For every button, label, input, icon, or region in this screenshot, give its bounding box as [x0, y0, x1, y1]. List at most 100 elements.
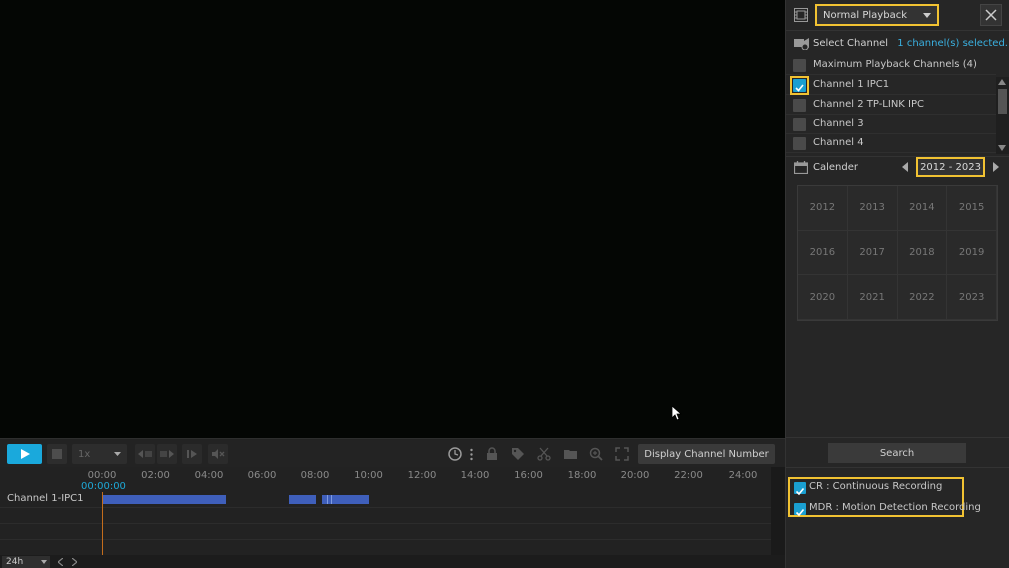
year-cell[interactable]: 2016	[798, 230, 848, 276]
legend-label: MDR : Motion Detection Recording	[809, 502, 981, 513]
play-button[interactable]	[7, 444, 42, 464]
checkmark-icon	[795, 84, 804, 92]
timeline-playhead[interactable]	[102, 492, 103, 555]
tag-button[interactable]	[508, 444, 528, 464]
search-button[interactable]: Search	[828, 443, 966, 463]
search-section: Search	[786, 437, 1009, 468]
display-channel-number-button[interactable]: Display Channel Number	[638, 444, 775, 464]
year-cell[interactable]: 2022	[897, 275, 948, 320]
checkbox[interactable]	[793, 118, 806, 131]
prev-range-icon[interactable]	[902, 162, 908, 172]
stop-button[interactable]	[47, 444, 67, 464]
lock-button[interactable]	[482, 444, 502, 464]
scroll-down-icon[interactable]	[998, 145, 1006, 151]
checkbox[interactable]	[793, 137, 806, 150]
time-tick: 22:00	[674, 470, 703, 481]
checkbox-checked[interactable]	[794, 503, 806, 517]
chevron-down-icon	[41, 560, 47, 564]
mute-button[interactable]	[208, 444, 228, 464]
clip-button[interactable]	[534, 444, 554, 464]
fullscreen-button[interactable]	[612, 444, 632, 464]
timeline[interactable]: 00:00 02:00 04:00 06:00 08:00 10:00 12:0…	[0, 467, 771, 555]
video-display[interactable]	[0, 0, 785, 438]
channel-item-2[interactable]: Channel 2 TP-LINK IPC	[786, 96, 996, 115]
channel-list: Maximum Playback Channels (4) Channel 1 …	[786, 56, 996, 154]
forward-30s-button[interactable]	[157, 444, 177, 464]
playback-toolbar: 1x Display Channel Number	[0, 438, 785, 467]
frame-step-icon	[187, 450, 197, 458]
calendar-header: Calender 2012 - 2023	[786, 156, 1009, 178]
playback-mode-select[interactable]: Normal Playback	[815, 4, 939, 26]
recording-legend: CR : Continuous Recording MDR : Motion D…	[788, 477, 981, 517]
checkbox-checked[interactable]	[794, 482, 806, 496]
legend-label: CR : Continuous Recording	[809, 481, 943, 492]
play-icon	[20, 449, 30, 459]
sync-options-button[interactable]	[467, 444, 475, 464]
rewind-30s-button[interactable]	[135, 444, 155, 464]
zoom-in-icon	[589, 447, 603, 461]
recording-segment[interactable]	[102, 495, 226, 504]
year-range-display[interactable]: 2012 - 2023	[916, 157, 985, 177]
speed-value: 1x	[78, 448, 91, 460]
next-range-icon[interactable]	[993, 162, 999, 172]
year-cell[interactable]: 2021	[847, 275, 898, 320]
timeline-divider	[0, 523, 771, 524]
year-cell[interactable]: 2014	[897, 186, 948, 231]
lock-icon	[487, 447, 497, 460]
zoom-button[interactable]	[586, 444, 606, 464]
scissors-icon	[537, 447, 551, 461]
close-button[interactable]	[980, 4, 1002, 26]
film-icon	[794, 8, 808, 22]
time-tick: 02:00	[141, 470, 170, 481]
channel-list-scrollbar[interactable]	[996, 77, 1009, 154]
recording-marker	[331, 495, 332, 504]
year-cell[interactable]: 2017	[847, 230, 898, 276]
sync-playback-button[interactable]	[445, 444, 465, 464]
chevron-down-icon	[114, 452, 121, 456]
channel-item-4[interactable]: Channel 4	[786, 134, 996, 153]
checkmark-icon	[795, 508, 805, 517]
timeline-scrollbar[interactable]	[771, 467, 785, 555]
timeline-zoom-select[interactable]: 24h	[2, 556, 50, 568]
folder-button[interactable]	[560, 444, 580, 464]
channel-item-1[interactable]: Channel 1 IPC1	[786, 76, 996, 95]
frame-step-button[interactable]	[182, 444, 202, 464]
scrollbar-thumb[interactable]	[998, 89, 1007, 114]
clock-sync-icon	[448, 447, 462, 461]
time-tick: 20:00	[620, 470, 650, 481]
time-tick: 06:00	[247, 470, 277, 481]
channel-item-label: Channel 1 IPC1	[813, 79, 890, 90]
checkbox[interactable]	[793, 59, 806, 72]
year-cell[interactable]: 2020	[798, 275, 848, 320]
recording-segment[interactable]	[322, 495, 369, 504]
channel-item-3[interactable]: Channel 3	[786, 115, 996, 134]
timeline-channel-row[interactable]: Channel 1-IPC1	[0, 492, 771, 508]
selected-count: 1 channel(s) selected.	[897, 38, 1008, 49]
channel-item-max-playback[interactable]: Maximum Playback Channels (4)	[786, 56, 996, 75]
year-cell[interactable]: 2012	[798, 186, 848, 231]
fullscreen-icon	[615, 447, 629, 461]
chevron-right-icon[interactable]	[72, 558, 77, 566]
fast-forward-icon	[160, 450, 174, 458]
checkbox-checked[interactable]	[793, 79, 806, 92]
checkmark-icon	[795, 487, 805, 496]
recording-marker	[327, 495, 328, 504]
speed-select[interactable]: 1x	[72, 444, 127, 464]
year-cell[interactable]: 2023	[947, 275, 997, 320]
checkbox[interactable]	[793, 99, 806, 112]
year-cell[interactable]: 2013	[847, 186, 898, 231]
zoom-value: 24h	[6, 557, 24, 567]
timeline-channel-label: Channel 1-IPC1	[7, 493, 84, 504]
year-cell[interactable]: 2019	[947, 230, 997, 276]
timeline-divider	[0, 539, 771, 540]
channel-item-label: Channel 2 TP-LINK IPC	[813, 99, 925, 110]
recording-segment[interactable]	[289, 495, 316, 504]
side-panel: Normal Playback Select Channel 1 channel…	[785, 0, 1009, 568]
volume-muted-icon	[212, 449, 225, 459]
time-tick: 12:00	[407, 470, 437, 481]
year-cell[interactable]: 2018	[897, 230, 948, 276]
chevron-left-icon[interactable]	[58, 558, 63, 566]
scroll-up-icon[interactable]	[998, 79, 1006, 85]
time-tick: 24:00	[728, 470, 758, 481]
year-cell[interactable]: 2015	[947, 186, 997, 231]
